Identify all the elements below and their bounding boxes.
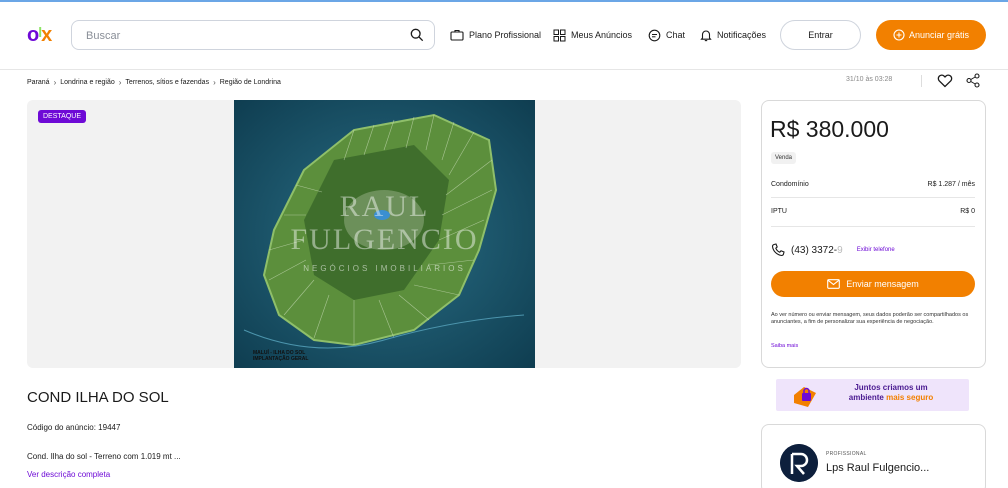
breadcrumb: Paraná › Londrina e região › Terrenos, s… [27,76,281,88]
full-description-link[interactable]: Ver descrição completa [27,470,110,479]
image-caption: MALUÍ - ILHA DO SOL IMPLANTAÇÃO GERAL [253,350,308,362]
iptu-row: IPTU R$ 0 [771,208,975,215]
heart-icon[interactable] [937,73,953,88]
condo-value: R$ 1.287 / mês [927,181,975,188]
grid-icon [553,29,566,41]
phone-row: (43) 3372-9 Exibir telefone [771,243,895,257]
banner-line: Juntos criamos um [854,383,928,392]
banner-highlight: mais seguro [886,393,934,402]
banner-text: Juntos criamos um ambiente mais seguro [826,383,956,403]
caption-line: IMPLANTAÇÃO GERAL [253,356,309,362]
breadcrumb-item[interactable]: Paraná [27,79,50,86]
listing-title: COND ILHA DO SOL [27,389,169,406]
nav-notificacoes[interactable]: Notificações [700,27,766,43]
banner-line: ambiente [848,393,887,402]
price: R$ 380.000 [770,116,889,142]
show-phone-link[interactable]: Exibir telefone [857,247,895,253]
phone-icon [771,243,785,257]
chevron-right-icon: › [53,77,57,87]
lock-icon [794,387,816,407]
post-ad-label: Anunciar grátis [908,30,970,40]
plus-circle-icon [893,29,905,41]
listing-description: Cond. Ilha do sol - Terreno com 1.019 mt… [27,452,181,461]
condo-row: Condomínio R$ 1.287 / mês [771,181,975,188]
breadcrumb-item[interactable]: Região de Londrina [220,79,281,86]
watermark: RAUL FULGENCIO [234,190,535,256]
iptu-label: IPTU [771,208,787,215]
listing-code: Código do anúncio: 19447 [27,423,121,432]
breadcrumb-item[interactable]: Londrina e região [60,79,115,86]
watermark-subtitle: NEGÓCIOS IMOBILIÁRIOS [303,264,466,273]
search-icon[interactable] [410,28,424,42]
phone-number: (43) 3372- [791,244,838,256]
divider [921,75,922,87]
learn-more-link[interactable]: Saiba mais [771,343,798,349]
nav-label: Meus Anúncios [571,30,633,40]
send-message-label: Enviar mensagem [846,279,919,289]
login-button[interactable]: Entrar [780,20,861,50]
listing-type-tag: Venda [771,152,797,164]
seller-avatar[interactable] [780,444,818,482]
condo-label: Condomínio [771,181,809,188]
bell-icon [700,29,712,41]
search-input[interactable] [86,27,396,45]
seller-type: PROFISSIONAL [826,451,867,457]
nav-chat[interactable]: Chat [648,27,685,43]
chevron-right-icon: › [118,77,122,87]
highlight-badge: DESTAQUE [38,110,86,123]
chat-icon [648,29,661,41]
post-ad-button[interactable]: Anunciar grátis [876,20,986,50]
breadcrumb-item[interactable]: Terrenos, sítios e fazendas [125,79,209,86]
divider [771,226,975,227]
privacy-disclaimer: Ao ver número ou enviar mensagem, seus d… [771,312,969,325]
iptu-value: R$ 0 [960,208,975,215]
briefcase-icon [450,29,464,41]
watermark-line: RAUL [339,190,430,223]
divider [771,197,975,198]
nav-plano-profissional[interactable]: Plano Profissional [450,27,541,43]
nav-label: Chat [666,30,686,40]
olx-logo[interactable]: olx [27,24,63,46]
nav-label: Notificações [717,30,767,40]
mail-icon [827,279,841,289]
watermark-line: FULGENCIO [290,223,479,256]
nav-label: Plano Profissional [469,30,542,40]
seller-name[interactable]: Lps Raul Fulgencio... [826,462,929,474]
search-box[interactable] [71,20,435,50]
nav-meus-anuncios[interactable]: Meus Anúncios [553,27,632,43]
chevron-right-icon: › [213,77,216,87]
phone-mask: 9 [837,244,843,256]
share-icon[interactable] [966,73,980,88]
post-date: 31/10 às 03:28 [846,76,893,83]
send-message-button[interactable]: Enviar mensagem [771,271,975,297]
